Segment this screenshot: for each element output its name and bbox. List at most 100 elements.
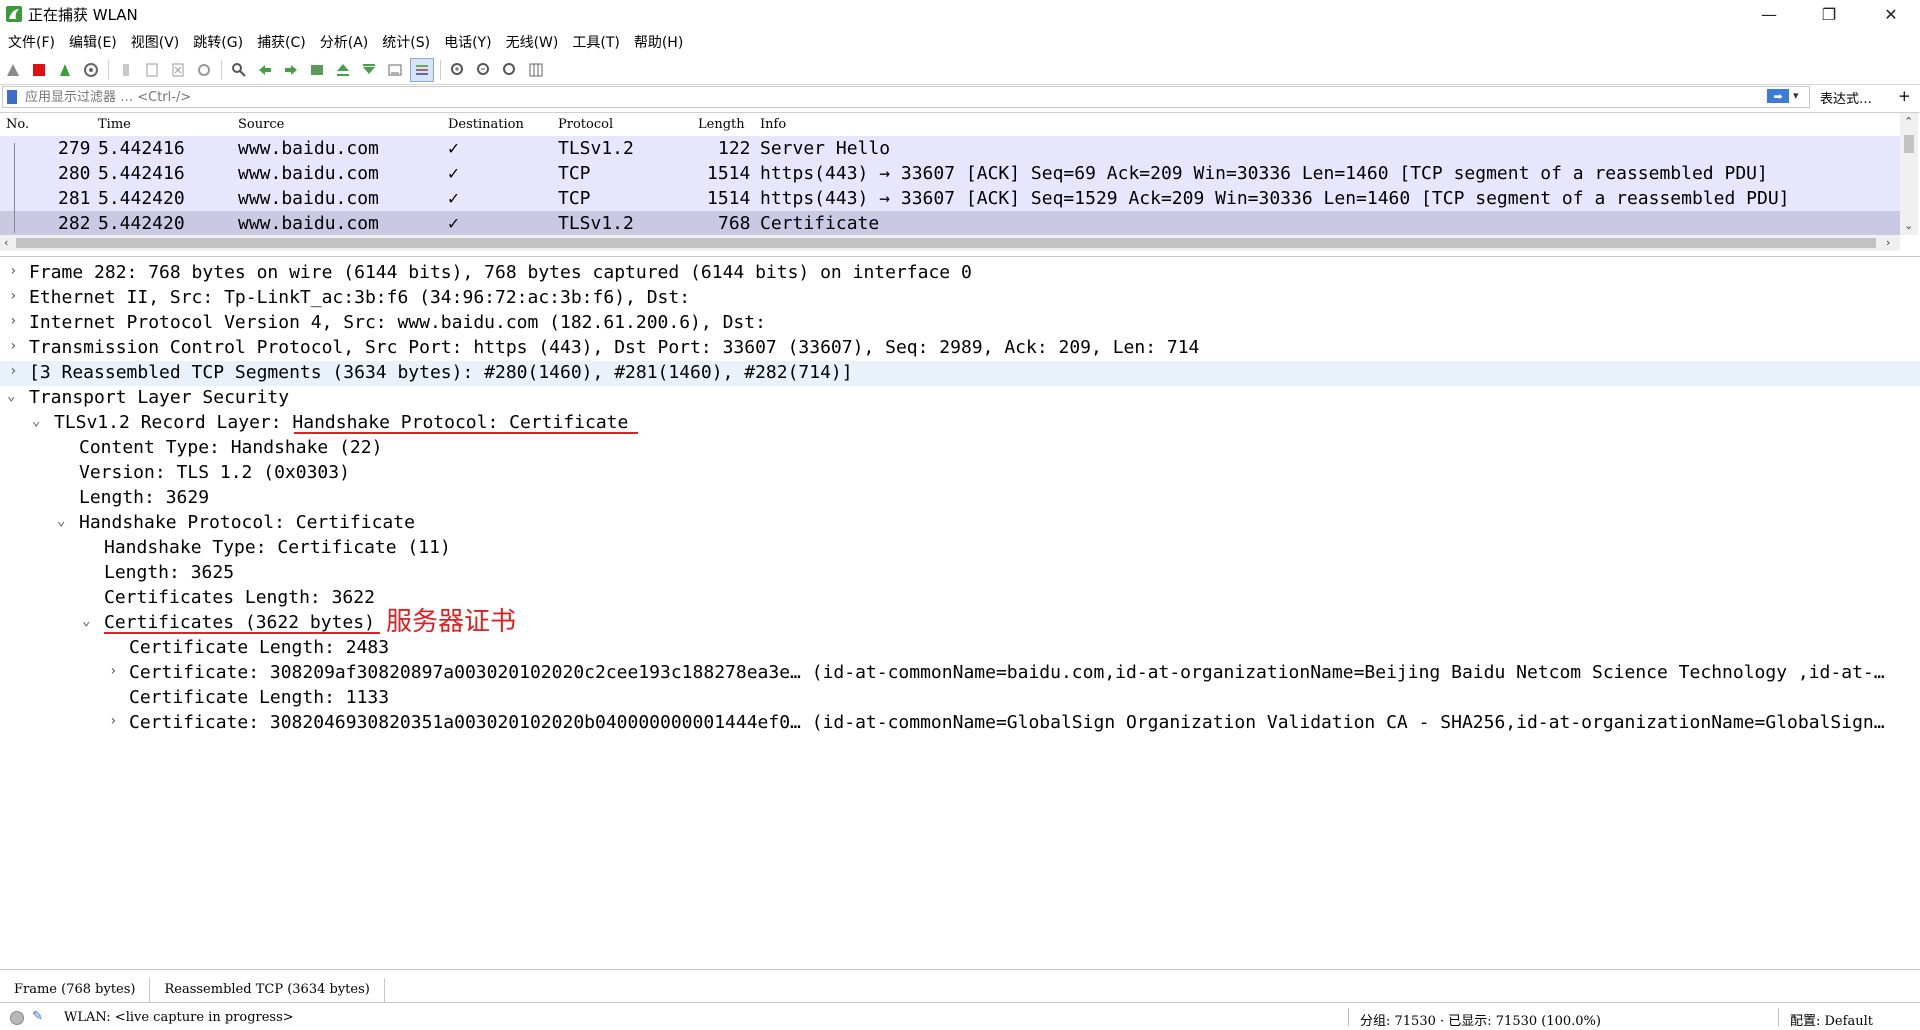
tree-item-tls-record[interactable]: ⌄ TLSv1.2 Record Layer: Handshake Protoc… bbox=[0, 411, 1920, 436]
edit-comment-icon[interactable]: ✎ bbox=[32, 1009, 43, 1024]
start-capture-icon[interactable] bbox=[2, 59, 24, 81]
tree-item-field[interactable]: Version: TLS 1.2 (0x0303) bbox=[0, 461, 1920, 486]
maximize-button[interactable]: ❐ bbox=[1800, 0, 1858, 28]
expand-arrow-icon[interactable]: › bbox=[9, 338, 17, 354]
go-forward-icon[interactable] bbox=[280, 59, 302, 81]
menu-telephony[interactable]: 电话(Y) bbox=[436, 32, 497, 52]
tab-reassembled-tcp[interactable]: Reassembled TCP (3634 bytes) bbox=[150, 978, 385, 1002]
packet-details-tree: › Frame 282: 768 bytes on wire (6144 bit… bbox=[0, 256, 1920, 970]
menu-tools[interactable]: 工具(T) bbox=[564, 32, 625, 52]
go-first-icon[interactable] bbox=[332, 59, 354, 81]
column-header-source[interactable]: Source bbox=[238, 117, 284, 132]
packet-source: www.baidu.com bbox=[238, 213, 379, 234]
find-packet-icon[interactable] bbox=[228, 59, 250, 81]
main-toolbar bbox=[0, 56, 1920, 85]
expand-arrow-icon[interactable]: › bbox=[109, 713, 117, 729]
packet-row-selected[interactable]: 282 5.442420 www.baidu.com ✓ TLSv1.2 768… bbox=[0, 211, 1900, 236]
capture-options-icon[interactable] bbox=[80, 59, 102, 81]
minimize-button[interactable]: — bbox=[1740, 0, 1798, 28]
menu-file[interactable]: 文件(F) bbox=[0, 32, 61, 52]
menu-go[interactable]: 跳转(G) bbox=[185, 32, 249, 52]
column-header-length[interactable]: Length bbox=[698, 117, 745, 132]
column-header-info[interactable]: Info bbox=[760, 117, 786, 132]
tree-item-frame[interactable]: › Frame 282: 768 bytes on wire (6144 bit… bbox=[0, 261, 1920, 286]
expand-arrow-icon[interactable]: › bbox=[9, 288, 17, 304]
restart-capture-icon[interactable] bbox=[54, 59, 76, 81]
profile-status[interactable]: 配置: Default bbox=[1790, 1010, 1873, 1029]
display-filter-input[interactable] bbox=[23, 88, 1627, 106]
scroll-up-icon[interactable]: ⌃ bbox=[1904, 115, 1913, 128]
auto-scroll-icon[interactable] bbox=[384, 59, 406, 81]
reload-file-icon[interactable] bbox=[193, 59, 215, 81]
tree-item-field[interactable]: Length: 3625 bbox=[0, 561, 1920, 586]
tree-item-field[interactable]: Certificates Length: 3622 bbox=[0, 586, 1920, 611]
menu-bar: 文件(F) 编辑(E) 视图(V) 跳转(G) 捕获(C) 分析(A) 统计(S… bbox=[0, 30, 1920, 54]
normal-size-icon[interactable] bbox=[499, 59, 521, 81]
scroll-down-icon[interactable]: ⌄ bbox=[1904, 219, 1913, 232]
expression-button[interactable]: 表达式… bbox=[1820, 88, 1872, 107]
tree-item-tcp[interactable]: › Transmission Control Protocol, Src Por… bbox=[0, 336, 1920, 361]
packet-list-horizontal-scrollbar[interactable]: ‹ › bbox=[0, 235, 1900, 251]
menu-view[interactable]: 视图(V) bbox=[123, 32, 186, 52]
expand-arrow-icon[interactable]: › bbox=[9, 313, 17, 329]
tree-item-handshake[interactable]: ⌄ Handshake Protocol: Certificate bbox=[0, 511, 1920, 536]
scroll-right-icon[interactable]: › bbox=[1886, 236, 1890, 249]
menu-statistics[interactable]: 统计(S) bbox=[374, 32, 436, 52]
collapse-arrow-icon[interactable]: ⌄ bbox=[7, 388, 15, 404]
tree-item-certificate[interactable]: › Certificate: 308209af30820897a00302010… bbox=[0, 661, 1918, 686]
tab-frame-bytes[interactable]: Frame (768 bytes) bbox=[0, 978, 151, 1002]
tree-item-label: Length: 3629 bbox=[79, 487, 210, 508]
packet-list-vertical-scrollbar[interactable]: ⌃ ⌄ bbox=[1900, 113, 1918, 235]
tree-item-field[interactable]: Length: 3629 bbox=[0, 486, 1920, 511]
go-last-icon[interactable] bbox=[358, 59, 380, 81]
column-header-time[interactable]: Time bbox=[98, 117, 131, 132]
tree-item-tls[interactable]: ⌄ Transport Layer Security bbox=[0, 386, 1920, 411]
collapse-arrow-icon[interactable]: ⌄ bbox=[32, 413, 40, 429]
tree-item-field[interactable]: Certificate Length: 2483 bbox=[0, 636, 1920, 661]
packet-row[interactable]: 281 5.442420 www.baidu.com ✓ TCP 1514 ht… bbox=[0, 186, 1900, 211]
expert-info-icon[interactable] bbox=[10, 1011, 24, 1025]
menu-wireless[interactable]: 无线(W) bbox=[498, 32, 565, 52]
open-file-icon[interactable] bbox=[115, 59, 137, 81]
packet-time: 5.442420 bbox=[98, 188, 185, 209]
menu-help[interactable]: 帮助(H) bbox=[626, 32, 689, 52]
tree-item-certificate[interactable]: › Certificate: 3082046930820351a00302010… bbox=[0, 711, 1918, 736]
tree-item-field[interactable]: Certificate Length: 1133 bbox=[0, 686, 1920, 711]
filter-history-dropdown-icon[interactable]: ▾ bbox=[1793, 89, 1799, 102]
expand-arrow-icon[interactable]: › bbox=[109, 663, 117, 679]
menu-analyze[interactable]: 分析(A) bbox=[312, 32, 375, 52]
tree-item-reassembled[interactable]: › [3 Reassembled TCP Segments (3634 byte… bbox=[0, 361, 1920, 386]
collapse-arrow-icon[interactable]: ⌄ bbox=[82, 613, 90, 629]
resize-columns-icon[interactable] bbox=[525, 59, 547, 81]
scrollbar-thumb[interactable] bbox=[1904, 135, 1914, 153]
packet-row[interactable]: 279 5.442416 www.baidu.com ✓ TLSv1.2 122… bbox=[0, 136, 1900, 161]
scroll-left-icon[interactable]: ‹ bbox=[4, 236, 8, 249]
save-file-icon[interactable] bbox=[141, 59, 163, 81]
tree-item-field[interactable]: Content Type: Handshake (22) bbox=[0, 436, 1920, 461]
scrollbar-thumb[interactable] bbox=[16, 238, 1876, 248]
zoom-in-icon[interactable] bbox=[447, 59, 469, 81]
collapse-arrow-icon[interactable]: ⌄ bbox=[57, 513, 65, 529]
go-to-packet-icon[interactable] bbox=[306, 59, 328, 81]
zoom-out-icon[interactable] bbox=[473, 59, 495, 81]
stop-capture-icon[interactable] bbox=[28, 59, 50, 81]
tree-item-label: Transmission Control Protocol, Src Port:… bbox=[29, 337, 1200, 358]
packet-source: www.baidu.com bbox=[238, 188, 379, 209]
tree-item-label: Frame 282: 768 bytes on wire (6144 bits)… bbox=[29, 262, 972, 283]
menu-capture[interactable]: 捕获(C) bbox=[249, 32, 312, 52]
apply-filter-icon[interactable]: ➡ bbox=[1767, 89, 1789, 103]
close-file-icon[interactable] bbox=[167, 59, 189, 81]
column-header-no[interactable]: No. bbox=[6, 117, 29, 132]
close-button[interactable]: ✕ bbox=[1862, 0, 1920, 28]
column-header-protocol[interactable]: Protocol bbox=[558, 117, 613, 132]
expand-arrow-icon[interactable]: › bbox=[9, 263, 17, 279]
expand-arrow-icon[interactable]: › bbox=[9, 363, 17, 379]
add-filter-button[interactable]: + bbox=[1898, 87, 1911, 105]
packet-row[interactable]: 280 5.442416 www.baidu.com ✓ TCP 1514 ht… bbox=[0, 161, 1900, 186]
colorize-icon[interactable] bbox=[410, 58, 434, 82]
menu-edit[interactable]: 编辑(E) bbox=[61, 32, 123, 52]
column-header-destination[interactable]: Destination bbox=[448, 117, 524, 132]
go-back-icon[interactable] bbox=[254, 59, 276, 81]
bookmark-icon[interactable] bbox=[7, 90, 17, 104]
tree-item-field[interactable]: Handshake Type: Certificate (11) bbox=[0, 536, 1920, 561]
